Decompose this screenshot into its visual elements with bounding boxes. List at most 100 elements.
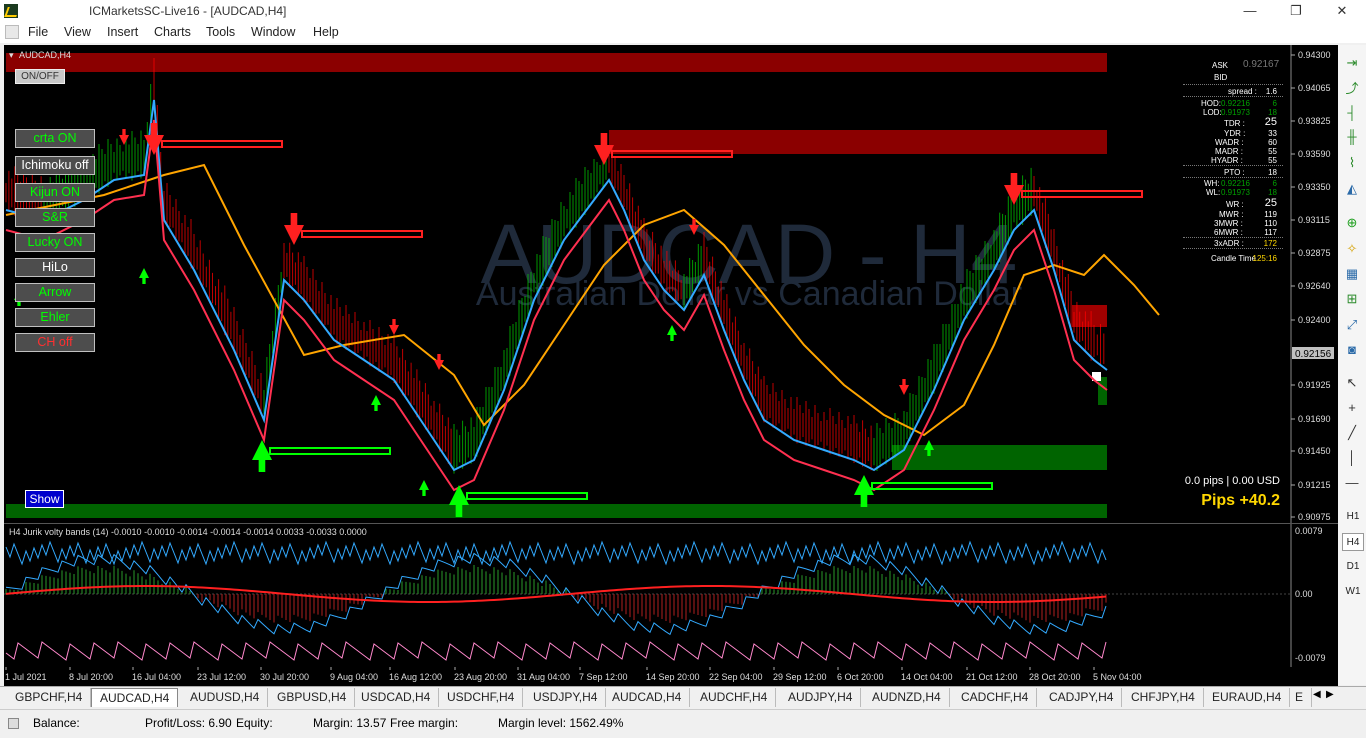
tab-audcad-active[interactable]: AUDCAD,H4 [91, 688, 179, 707]
tab-gbpchf[interactable]: GBPCHF,H4 [7, 688, 92, 707]
menu-window[interactable]: Window [251, 25, 295, 39]
price-tick-label: 0.94065 [1298, 83, 1331, 93]
crosshair-icon[interactable]: + [1342, 398, 1362, 418]
horizontal-line-icon[interactable]: — [1342, 473, 1362, 493]
timeframe-h1[interactable]: H1 [1342, 508, 1364, 526]
margin-value: Margin: 13.57 [313, 716, 387, 730]
tab-more[interactable]: E [1287, 688, 1313, 707]
area-chart-icon[interactable]: ◭ [1342, 179, 1362, 199]
menu-insert[interactable]: Insert [107, 25, 138, 39]
menu-file[interactable]: File [28, 25, 48, 39]
close-button[interactable]: ✕ [1319, 0, 1365, 22]
kijun-toggle-button[interactable]: Kijun ON [15, 183, 95, 202]
tab-audcad[interactable]: AUDCAD,H4 [604, 688, 691, 707]
tab-usdchf[interactable]: USDCHF,H4 [439, 688, 524, 707]
timeframe-w1[interactable]: W1 [1342, 583, 1364, 601]
cursor-icon[interactable]: ↖ [1342, 373, 1362, 393]
minimize-button[interactable]: — [1227, 0, 1273, 22]
ehler-toggle-button[interactable]: Ehler [15, 308, 95, 327]
bar-chart-icon[interactable]: ┤ [1342, 103, 1362, 123]
restore-button[interactable]: ❐ [1273, 0, 1319, 22]
vertical-line-icon[interactable]: │ [1342, 448, 1362, 468]
tabs-scroll-left-icon[interactable]: ◀ [1313, 689, 1321, 700]
line-chart-icon[interactable]: ⌇ [1342, 153, 1362, 173]
upper-band [5, 540, 1107, 566]
info-panel: ASK 0.92167 BID spread : 1.6 HOD: 0.9221… [1181, 57, 1285, 267]
tab-audusd[interactable]: AUDUSD,H4 [182, 688, 269, 707]
tab-audnzd[interactable]: AUDNZD,H4 [864, 688, 950, 707]
menu-tools[interactable]: Tools [206, 25, 235, 39]
menu-view[interactable]: View [64, 25, 91, 39]
grid-icon[interactable]: ▦ [1342, 264, 1362, 284]
candle-time-label: Candle Time [1211, 254, 1256, 263]
price-chart[interactable]: AUDCAD - H4 Australian Dollar vs Canadia… [4, 45, 1338, 523]
timeframe-d1[interactable]: D1 [1342, 558, 1364, 576]
template-icon[interactable]: ✧ [1342, 239, 1362, 259]
buy-arrow-stem [258, 460, 266, 472]
timeframe-h4[interactable]: H4 [1342, 533, 1364, 551]
time-tick-label: 9 Aug 04:00 [330, 672, 378, 682]
profit-loss: Profit/Loss: 6.90 [145, 716, 232, 730]
crta-toggle-button[interactable]: crta ON [15, 129, 95, 148]
hilo-toggle-button[interactable]: HiLo [15, 258, 95, 277]
terminal-toggle-icon[interactable] [8, 718, 19, 729]
time-tick-label: 31 Aug 04:00 [517, 672, 570, 682]
tab-euraud[interactable]: EURAUD,H4 [1204, 688, 1291, 707]
menu-charts[interactable]: Charts [154, 25, 191, 39]
trendline-icon[interactable]: ╱ [1342, 423, 1362, 443]
chart-window-icon[interactable] [5, 25, 19, 39]
time-tick-label: 16 Jul 04:00 [132, 672, 181, 682]
tab-cadjpy[interactable]: CADJPY,H4 [1041, 688, 1123, 707]
fit-icon[interactable]: ⤢ [1342, 315, 1362, 335]
autoscroll-icon[interactable]: ⤴ [1342, 79, 1362, 99]
sell-arrow-stem [692, 219, 696, 225]
onoff-button[interactable]: ON/OFF [15, 69, 65, 84]
demand-zone [892, 445, 1107, 470]
tab-gbpusd[interactable]: GBPUSD,H4 [269, 688, 356, 707]
price-tick-label: 0.91450 [1298, 446, 1331, 456]
price-chart-canvas[interactable]: AUDCAD - H4 Australian Dollar vs Canadia… [4, 45, 1338, 523]
chart-window[interactable]: AUDCAD - H4 Australian Dollar vs Canadia… [4, 45, 1338, 668]
collapse-icon[interactable]: ▾ [9, 50, 14, 60]
ch-toggle-button[interactable]: CH off [15, 333, 95, 352]
mwr-value: 119 [1264, 210, 1277, 219]
time-tick-label: 16 Aug 12:00 [389, 672, 442, 682]
tab-cadchf[interactable]: CADCHF,H4 [953, 688, 1038, 707]
sell-arrow-stem [600, 133, 608, 145]
wh-price: 0.92216 [1221, 179, 1250, 188]
lucky-toggle-button[interactable]: Lucky ON [15, 233, 95, 252]
time-tick-label: 1 Jul 2021 [5, 672, 47, 682]
indicator-canvas[interactable]: H4 Jurik volty bands (14) -0.0010 -0.001… [4, 524, 1338, 668]
tab-usdcad[interactable]: USDCAD,H4 [353, 688, 440, 707]
tab-usdjpy[interactable]: USDJPY,H4 [525, 688, 607, 707]
indicator-subwindow[interactable]: H4 Jurik volty bands (14) -0.0010 -0.001… [4, 523, 1338, 668]
ichimoku-toggle-button[interactable]: Ichimoku off [15, 156, 95, 175]
sr-toggle-button[interactable]: S&R [15, 208, 95, 227]
zoom-in-icon[interactable]: ⊕ [1342, 213, 1362, 233]
mwr-label: MWR : [1219, 210, 1244, 219]
hyadr-value: 55 [1268, 156, 1277, 165]
tabs-scroll-right-icon[interactable]: ▶ [1326, 689, 1334, 700]
time-tick-label: 28 Oct 20:00 [1029, 672, 1081, 682]
tab-chfjpy[interactable]: CHFJPY,H4 [1123, 688, 1204, 707]
indicator-label: H4 Jurik volty bands (14) -0.0010 -0.001… [9, 527, 367, 537]
menu-bar: File View Insert Charts Tools Window Hel… [0, 22, 1366, 43]
current-price-label: 0.92156 [1295, 349, 1332, 360]
tab-audjpy[interactable]: AUDJPY,H4 [780, 688, 862, 707]
pto-value: 18 [1268, 168, 1277, 177]
free-margin-label: Free margin: [390, 716, 459, 730]
wl-price: 0.91973 [1221, 188, 1250, 197]
tab-audchf[interactable]: AUDCHF,H4 [692, 688, 777, 707]
pips-total: Pips +40.2 [1201, 492, 1280, 509]
chart-shift-icon[interactable]: ⇥ [1342, 53, 1362, 73]
show-button[interactable]: Show [25, 490, 64, 508]
indicator-tick-bottom: -0.0079 [1295, 653, 1326, 663]
screenshot-icon[interactable]: ◙ [1342, 340, 1362, 360]
indicators-icon[interactable]: ⊞ [1342, 289, 1362, 309]
price-tick-label: 0.91690 [1298, 414, 1331, 424]
menu-help[interactable]: Help [313, 25, 339, 39]
time-tick-label: 23 Aug 20:00 [454, 672, 507, 682]
watermark-name: Australian Dollar vs Canadian Dollar [476, 275, 1022, 313]
candlestick-icon[interactable]: ╫ [1342, 127, 1362, 147]
arrow-toggle-button[interactable]: Arrow [15, 283, 95, 302]
